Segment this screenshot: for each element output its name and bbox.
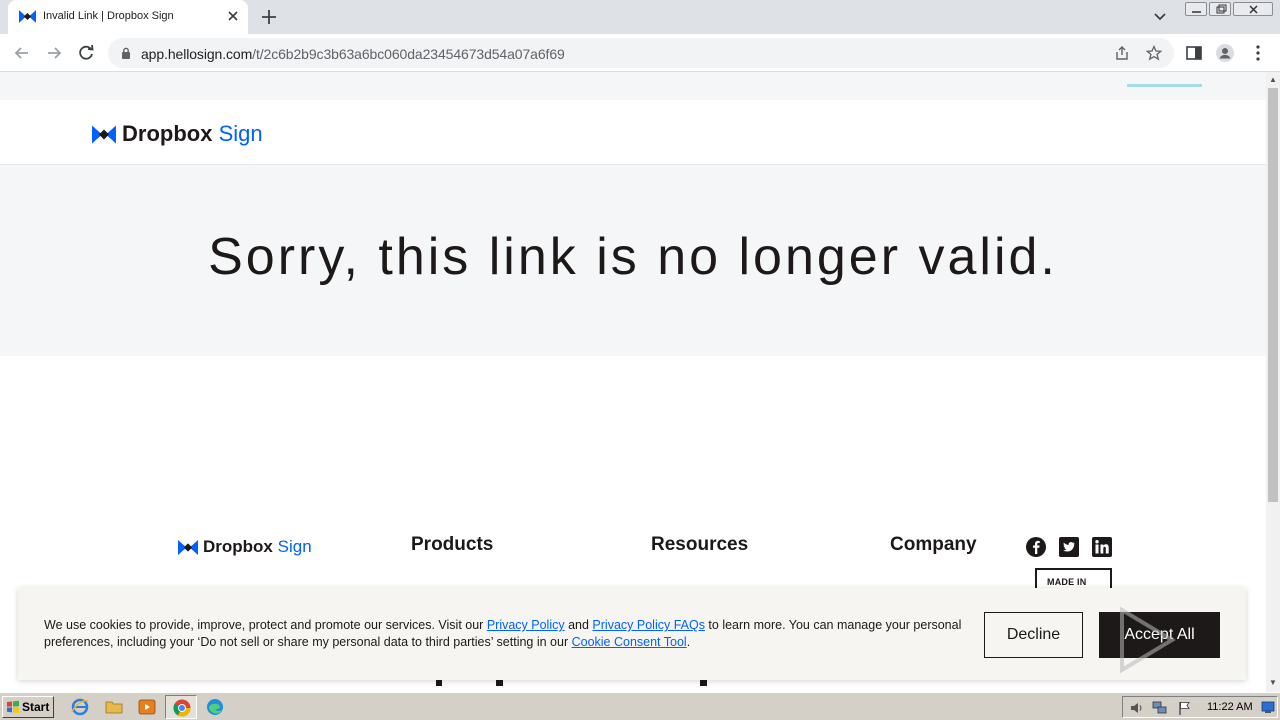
dropbox-sign-favicon-icon	[19, 10, 36, 23]
logo-wordmark-accent: Sign	[218, 121, 263, 146]
taskbar-clock[interactable]: 11:22 AM	[1207, 701, 1253, 713]
dropbox-sign-logo-icon	[92, 125, 116, 143]
address-bar[interactable]: app.hellosign.com/t/2c6b2b9c3b63a6bc060d…	[108, 38, 1174, 68]
logo-wordmark: Dropbox	[122, 121, 213, 146]
file-explorer-icon[interactable]	[104, 697, 124, 717]
footer-logo-icon	[178, 539, 198, 555]
cookie-text-part: and	[564, 618, 593, 632]
error-heading: Sorry, this link is no longer valid.	[208, 228, 1058, 286]
restore-icon	[1216, 4, 1227, 14]
chrome-icon	[173, 699, 191, 717]
system-tray: 11:22 AM	[1122, 696, 1278, 718]
scroll-down-arrow-icon[interactable]: ▼	[1269, 678, 1277, 687]
browser-toolbar: app.hellosign.com/t/2c6b2b9c3b63a6bc060d…	[0, 34, 1280, 72]
more-menu-icon[interactable]	[1248, 43, 1268, 63]
minimize-button[interactable]	[1185, 2, 1207, 16]
footer-heading-products[interactable]: Products	[411, 534, 493, 556]
page-scrollbar[interactable]: ▲ ▼	[1266, 72, 1280, 692]
back-arrow-icon[interactable]	[11, 42, 33, 64]
close-window-icon	[1249, 5, 1258, 14]
footer-heading-resources[interactable]: Resources	[651, 534, 748, 556]
footer-logo-wordmark: Dropbox	[203, 537, 273, 556]
close-window-button[interactable]	[1233, 2, 1273, 16]
start-label: Start	[22, 700, 50, 714]
restore-button[interactable]	[1209, 2, 1231, 16]
cookie-consent-tool-link[interactable]: Cookie Consent Tool	[572, 635, 687, 649]
cookie-consent-text: We use cookies to provide, improve, prot…	[44, 617, 964, 651]
profile-avatar-icon[interactable]	[1215, 43, 1235, 63]
cookie-text-part: We use cookies to provide, improve, prot…	[44, 618, 487, 632]
network-icon[interactable]	[1152, 700, 1168, 716]
lock-icon[interactable]	[121, 47, 131, 59]
scroll-up-arrow-icon[interactable]: ▲	[1269, 75, 1277, 84]
top-band	[0, 72, 1266, 100]
made-in-badge-text: MADE IN	[1047, 577, 1087, 587]
footer-heading-company[interactable]: Company	[890, 534, 977, 556]
loading-bar	[1127, 84, 1202, 87]
tab-title: Invalid Link | Dropbox Sign	[43, 10, 174, 22]
start-button[interactable]: Start	[2, 696, 54, 718]
privacy-policy-faqs-link[interactable]: Privacy Policy FAQs	[592, 618, 705, 632]
new-tab-icon[interactable]	[260, 8, 278, 26]
forward-arrow-icon[interactable]	[43, 42, 65, 64]
reload-icon[interactable]	[75, 42, 97, 64]
footer-logo[interactable]: Dropbox Sign	[178, 537, 312, 557]
url-text[interactable]: app.hellosign.com/t/2c6b2b9c3b63a6bc060d…	[141, 46, 565, 62]
share-icon[interactable]	[1114, 45, 1130, 61]
linkedin-icon[interactable]	[1091, 536, 1113, 558]
minimize-icon	[1192, 11, 1201, 13]
edge-icon[interactable]	[205, 697, 225, 717]
privacy-policy-link[interactable]: Privacy Policy	[487, 618, 565, 632]
windows-logo-icon	[7, 700, 19, 713]
hero-section: Sorry, this link is no longer valid.	[0, 165, 1266, 356]
browser-tab[interactable]: Invalid Link | Dropbox Sign	[8, 0, 248, 34]
bookmark-star-icon[interactable]	[1146, 45, 1162, 61]
show-desktop-icon[interactable]	[1261, 700, 1275, 714]
chevron-down-icon[interactable]	[1152, 10, 1168, 24]
taskbar-chrome-button[interactable]	[165, 695, 197, 719]
watermark-play-icon	[1120, 606, 1176, 674]
page-viewport: Dropbox Sign Sorry, this link is no long…	[0, 72, 1266, 692]
scrollbar-thumb[interactable]	[1268, 88, 1278, 502]
cookie-text-part: .	[686, 635, 691, 649]
site-header: Dropbox Sign	[0, 100, 1266, 165]
facebook-icon[interactable]	[1025, 536, 1047, 558]
dropbox-sign-logo[interactable]: Dropbox Sign	[92, 121, 263, 147]
url-host: app.hellosign.com	[141, 46, 253, 62]
windows-taskbar: Start 11:22 AM	[0, 692, 1280, 720]
volume-icon[interactable]	[1129, 700, 1145, 716]
tab-strip: Invalid Link | Dropbox Sign	[0, 0, 1280, 34]
action-center-flag-icon[interactable]	[1177, 700, 1193, 716]
internet-explorer-icon[interactable]	[70, 697, 90, 717]
twitter-icon[interactable]	[1058, 536, 1080, 558]
footer-logo-wordmark-accent: Sign	[277, 537, 312, 556]
side-panel-icon[interactable]	[1184, 43, 1204, 63]
close-tab-icon[interactable]	[225, 8, 241, 24]
url-path: /t/2c6b2b9c3b63a6bc060da23454673d54a07a6…	[252, 46, 565, 62]
media-player-icon[interactable]	[137, 697, 157, 717]
